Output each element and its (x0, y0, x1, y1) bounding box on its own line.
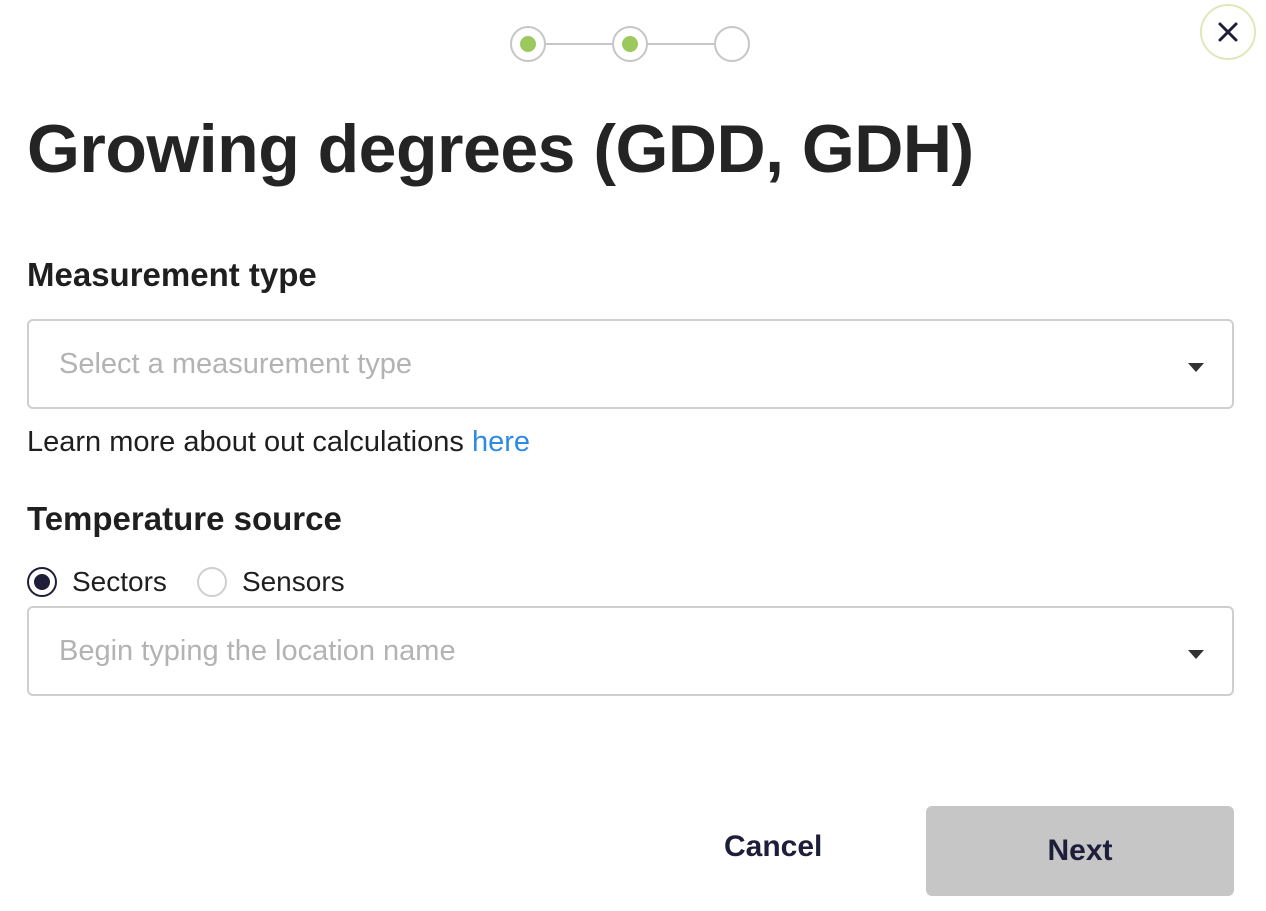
step-current-dot (622, 36, 638, 52)
step-connector (648, 43, 714, 45)
chevron-down-icon (1188, 650, 1204, 659)
step-2-indicator (612, 26, 648, 62)
radio-option-sectors[interactable]: Sectors (27, 566, 167, 598)
measurement-type-placeholder: Select a measurement type (59, 347, 413, 380)
cancel-button[interactable]: Cancel (724, 830, 822, 864)
location-placeholder: Begin typing the location name (59, 634, 456, 667)
radio-unchecked-icon[interactable] (196, 567, 227, 597)
add-metric-dialog: Growing degrees (GDD, GDH) Measurement t… (0, 0, 1266, 911)
temperature-source-radio-group: Sectors Sensors (27, 566, 375, 598)
learn-more-label: Learn more about out calculations (27, 426, 472, 458)
measurement-type-select[interactable]: Select a measurement type (27, 319, 1234, 409)
measurement-type-label: Measurement type (27, 256, 317, 293)
learn-more-text: Learn more about out calculations here (27, 426, 530, 459)
radio-option-sensors[interactable]: Sensors (196, 566, 345, 598)
learn-more-link[interactable]: here (472, 426, 530, 458)
step-complete-dot (520, 36, 536, 52)
location-select[interactable]: Begin typing the location name (27, 606, 1234, 696)
next-button[interactable]: Next (926, 806, 1234, 896)
progress-stepper (510, 26, 750, 62)
radio-label-sectors: Sectors (72, 566, 167, 597)
step-3-indicator (714, 26, 750, 62)
close-icon (1218, 22, 1238, 42)
radio-dot (34, 574, 50, 590)
step-connector (546, 43, 612, 45)
close-button[interactable] (1200, 4, 1256, 60)
radio-label-sensors: Sensors (241, 566, 345, 597)
temperature-source-label: Temperature source (27, 500, 342, 537)
radio-checked-icon[interactable] (27, 567, 57, 597)
chevron-down-icon (1188, 363, 1204, 372)
step-1-indicator (510, 26, 546, 62)
dialog-title: Growing degrees (GDD, GDH) (27, 111, 974, 187)
